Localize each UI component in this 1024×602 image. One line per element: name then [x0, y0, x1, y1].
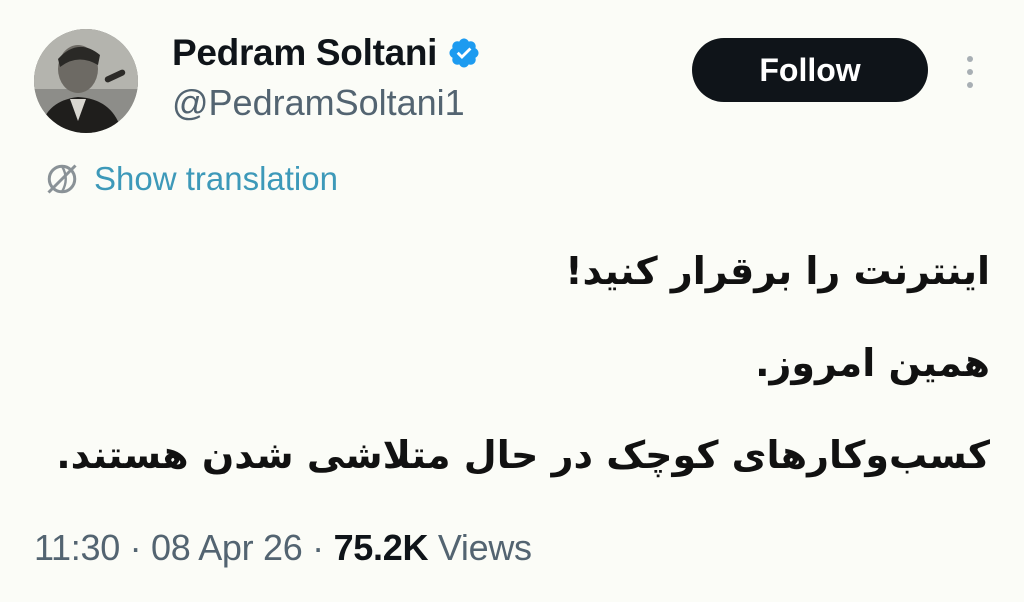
author-handle[interactable]: @PedramSoltani1: [172, 82, 465, 124]
views-label: Views: [437, 527, 532, 568]
tweet-time[interactable]: 11:30: [34, 527, 120, 568]
follow-button[interactable]: Follow: [692, 38, 928, 102]
avatar[interactable]: [34, 29, 138, 133]
show-translation-label[interactable]: Show translation: [94, 160, 338, 198]
author-display-name[interactable]: Pedram Soltani: [172, 32, 481, 74]
author-name-text[interactable]: Pedram Soltani: [172, 32, 437, 74]
globe-icon: [47, 164, 77, 194]
verified-badge-icon: [449, 38, 479, 68]
meta-separator: ·: [312, 527, 324, 568]
show-translation-link[interactable]: Show translation: [44, 160, 338, 198]
view-count[interactable]: 75.2K: [334, 527, 429, 568]
tweet-card: Pedram Soltani @PedramSoltani1 Follow Sh…: [0, 0, 1024, 602]
more-options-icon[interactable]: [958, 52, 982, 92]
tweet-line: اینترنت را برقرار کنید!: [565, 249, 990, 293]
meta-separator: ·: [129, 527, 142, 568]
tweet-date[interactable]: 08 Apr 26: [151, 527, 303, 568]
avatar-image: [34, 29, 138, 133]
tweet-line: همین امروز.: [755, 341, 990, 385]
tweet-line: کسب‌وکارهای کوچک در حال متلاشی شدن هستند…: [56, 433, 990, 477]
tweet-body: اینترنت را برقرار کنید! همین امروز. کسب‌…: [50, 236, 990, 512]
tweet-metadata: 11:30 · 08 Apr 26 · 75.2K Views: [34, 527, 532, 569]
